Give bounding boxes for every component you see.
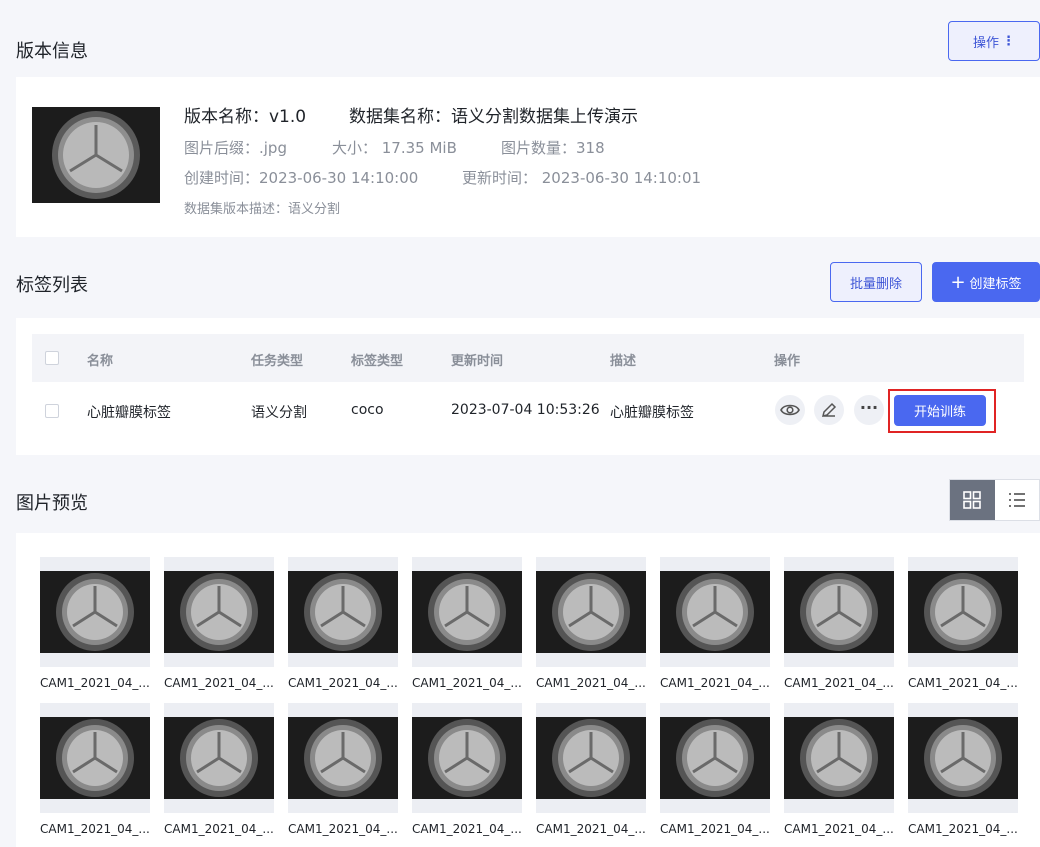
image-preview	[784, 717, 894, 799]
row-checkbox[interactable]	[45, 404, 59, 418]
list-icon	[1008, 493, 1025, 507]
view-toggle	[949, 479, 1040, 521]
image-thumbnail[interactable]	[536, 703, 646, 813]
column-header: 标签类型	[351, 354, 404, 369]
image-preview	[660, 571, 770, 653]
create-label-button[interactable]: + 创建标签	[932, 262, 1040, 302]
updated-time: 更新时间： 2023-06-30 14:10:01	[462, 169, 702, 187]
image-filename: CAM1_2021_04_...	[660, 676, 770, 690]
plus-icon: +	[950, 271, 966, 293]
image-preview	[164, 571, 274, 653]
grid-view-button[interactable]	[950, 480, 995, 520]
image-filename: CAM1_2021_04_...	[164, 676, 274, 690]
operations-button[interactable]: 操作 ⋮	[948, 21, 1040, 61]
image-thumbnail[interactable]	[784, 557, 894, 667]
image-filename: CAM1_2021_04_...	[288, 822, 398, 836]
image-preview	[536, 717, 646, 799]
image-filename: CAM1_2021_04_...	[908, 676, 1018, 690]
image-preview	[164, 717, 274, 799]
dataset-size: 大小： 17.35 MiB	[332, 139, 457, 157]
column-header: 更新时间	[451, 354, 504, 369]
image-filename: CAM1_2021_04_...	[784, 676, 894, 690]
image-preview	[40, 717, 150, 799]
image-thumbnail[interactable]	[412, 703, 522, 813]
image-preview	[288, 717, 398, 799]
image-filename: CAM1_2021_04_...	[536, 822, 646, 836]
image-preview	[412, 717, 522, 799]
label-list-title: 标签列表	[16, 275, 88, 296]
image-filename: CAM1_2021_04_...	[288, 676, 398, 690]
image-preview	[908, 717, 1018, 799]
image-thumbnail[interactable]	[288, 703, 398, 813]
image-filename: CAM1_2021_04_...	[908, 822, 1018, 836]
image-preview	[660, 717, 770, 799]
column-header: 描述	[610, 354, 637, 369]
image-filename: CAM1_2021_04_...	[164, 822, 274, 836]
version-cover-image	[32, 107, 160, 203]
version-description: 数据集版本描述：语义分割	[184, 202, 341, 217]
image-filename: CAM1_2021_04_...	[412, 676, 522, 690]
image-preview	[40, 571, 150, 653]
image-thumbnail[interactable]	[164, 703, 274, 813]
image-filename: CAM1_2021_04_...	[536, 676, 646, 690]
image-count: 图片数量：318	[501, 139, 605, 157]
more-button[interactable]: ···	[854, 395, 884, 425]
task-type: 语义分割	[251, 405, 307, 421]
image-thumbnail[interactable]	[536, 557, 646, 667]
column-header: 操作	[774, 354, 801, 369]
label-name: 心脏瓣膜标签	[87, 405, 171, 421]
image-preview	[908, 571, 1018, 653]
image-preview-title: 图片预览	[16, 493, 88, 514]
pencil-icon	[821, 402, 837, 418]
column-header: 名称	[87, 354, 114, 369]
eye-icon	[780, 404, 800, 416]
grid-icon	[963, 491, 982, 509]
image-filename: CAM1_2021_04_...	[660, 822, 770, 836]
image-suffix: 图片后缀：.jpg	[184, 139, 287, 157]
image-thumbnail[interactable]	[660, 703, 770, 813]
created-time: 创建时间：2023-06-30 14:10:00	[184, 169, 419, 187]
create-label-text: 创建标签	[969, 276, 1022, 292]
more-horizontal-icon: ···	[859, 397, 879, 417]
image-preview	[288, 571, 398, 653]
table-header	[32, 334, 1024, 382]
view-button[interactable]	[775, 395, 805, 425]
image-thumbnail[interactable]	[412, 557, 522, 667]
version-info-title: 版本信息	[16, 41, 88, 62]
image-preview	[536, 571, 646, 653]
operations-label: 操作	[972, 35, 999, 51]
label-updated-time: 2023-07-04 10:53:26	[451, 402, 600, 418]
image-thumbnail[interactable]	[908, 557, 1018, 667]
image-filename: CAM1_2021_04_...	[412, 822, 522, 836]
image-thumbnail[interactable]	[40, 703, 150, 813]
image-thumbnail[interactable]	[908, 703, 1018, 813]
image-preview	[784, 571, 894, 653]
image-thumbnail[interactable]	[40, 557, 150, 667]
image-thumbnail[interactable]	[660, 557, 770, 667]
column-header: 任务类型	[251, 354, 304, 369]
image-filename: CAM1_2021_04_...	[784, 822, 894, 836]
image-preview	[412, 571, 522, 653]
image-thumbnail[interactable]	[164, 557, 274, 667]
edit-button[interactable]	[814, 395, 844, 425]
image-thumbnail[interactable]	[784, 703, 894, 813]
start-training-button[interactable]: 开始训练	[894, 395, 986, 426]
label-description: 心脏瓣膜标签	[610, 405, 694, 421]
more-vertical-icon: ⋮	[1002, 33, 1015, 49]
batch-delete-button[interactable]: 批量删除	[830, 262, 922, 302]
list-view-button[interactable]	[995, 480, 1040, 520]
select-all-checkbox[interactable]	[45, 351, 59, 365]
image-thumbnail[interactable]	[288, 557, 398, 667]
image-filename: CAM1_2021_04_...	[40, 822, 150, 836]
label-type: coco	[351, 402, 384, 418]
dataset-name: 数据集名称：语义分割数据集上传演示	[349, 107, 638, 127]
image-filename: CAM1_2021_04_...	[40, 676, 150, 690]
version-name: 版本名称：v1.0	[184, 107, 307, 127]
